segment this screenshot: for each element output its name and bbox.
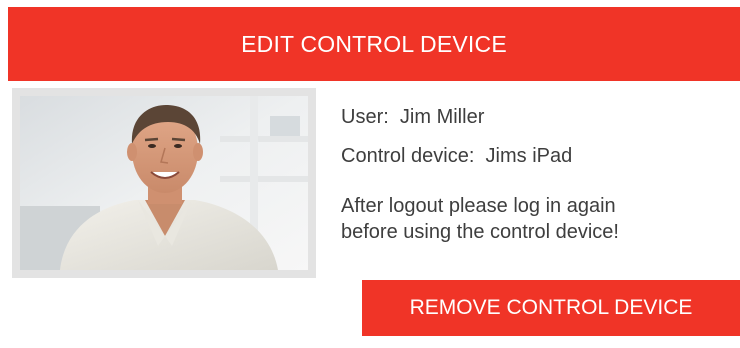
user-row: User: Jim Miller bbox=[341, 106, 484, 129]
logout-note: After logout please log in again before … bbox=[341, 193, 619, 245]
logout-note-line-2: before using the control device! bbox=[341, 221, 619, 243]
edit-control-device-dialog: EDIT CONTROL DEVICE User: Jim Miller Con… bbox=[0, 0, 740, 348]
remove-control-device-button[interactable]: REMOVE CONTROL DEVICE bbox=[362, 280, 740, 336]
logout-note-line-1: After logout please log in again bbox=[341, 195, 616, 217]
header-bar: EDIT CONTROL DEVICE bbox=[8, 7, 740, 81]
control-device-row: Control device: Jims iPad bbox=[341, 145, 572, 168]
control-device-name: Jims iPad bbox=[485, 145, 573, 167]
user-photo bbox=[20, 96, 308, 270]
page-title: EDIT CONTROL DEVICE bbox=[241, 30, 507, 57]
control-device-label: Control device: bbox=[341, 145, 475, 167]
user-name: Jim Miller bbox=[399, 106, 485, 128]
user-label: User: bbox=[341, 106, 389, 128]
user-photo-frame bbox=[12, 88, 316, 278]
